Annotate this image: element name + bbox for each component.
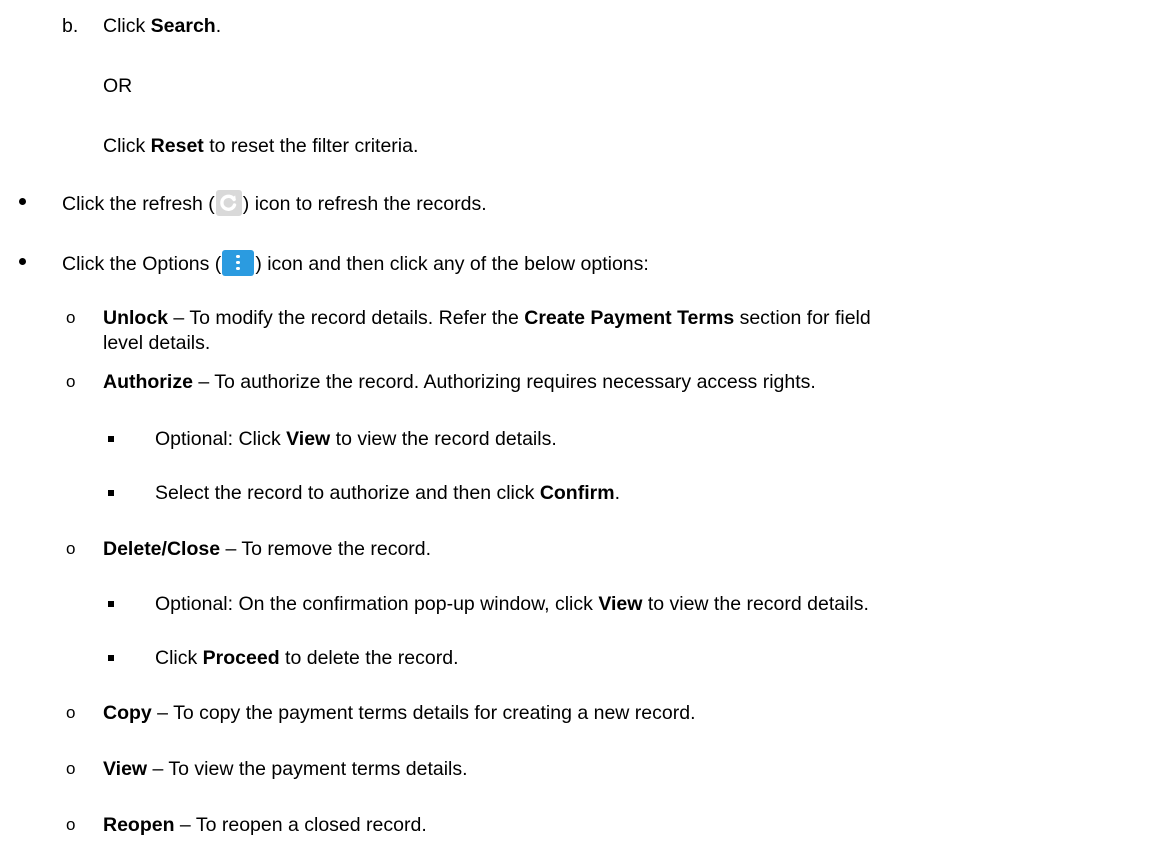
sub-bullet: o (66, 372, 76, 391)
confirm-term: Confirm (539, 482, 615, 504)
unlock-term: Unlock (103, 307, 169, 329)
refresh-tail: ) icon to refresh the records. (242, 193, 487, 215)
bullet (19, 198, 26, 205)
bullet (19, 258, 26, 265)
refresh-icon (215, 190, 242, 216)
step-b-tail: . (215, 15, 222, 37)
delete-sub-view: Optional: On the confirmation pop-up win… (155, 592, 869, 616)
sub-lead: Click (155, 647, 203, 669)
sub-bullet: o (66, 759, 76, 778)
kebab-options-icon (222, 250, 255, 276)
reset-term: Reset (150, 135, 204, 157)
option-unlock: Unlock – To modify the record details. R… (103, 306, 871, 330)
square-bullet (108, 490, 114, 496)
authorize-term: Authorize (103, 371, 193, 393)
refresh-lead: Click the refresh ( (62, 193, 215, 215)
option-copy: Copy – To copy the payment terms details… (103, 701, 696, 725)
unlock-text-end: section for field (734, 307, 871, 329)
step-b-marker: b. (62, 15, 79, 37)
unlock-continuation: level details. (103, 332, 211, 354)
authorize-text: – To authorize the record. Authorizing r… (192, 371, 816, 393)
sub-tail: to view the record details. (330, 428, 557, 450)
options-line: Click the Options ( ) icon and then click… (62, 250, 649, 276)
refresh-line: Click the refresh ( ) icon to refresh the… (62, 190, 487, 216)
unlock-text: – To modify the record details. Refer th… (168, 307, 525, 329)
search-term: Search (150, 15, 216, 37)
reopen-text: – To reopen a closed record. (174, 814, 427, 836)
sub-bullet: o (66, 703, 76, 722)
delete-sub-proceed: Click Proceed to delete the record. (155, 646, 459, 670)
sub-lead: Optional: On the confirmation pop-up win… (155, 593, 599, 615)
step-b-lead: Click (103, 15, 151, 37)
option-view: View – To view the payment terms details… (103, 757, 468, 781)
sub-bullet: o (66, 308, 76, 327)
sub-bullet: o (66, 539, 76, 558)
copy-term: Copy (103, 702, 152, 724)
sub-tail: . (614, 482, 620, 504)
proceed-term: Proceed (202, 647, 280, 669)
step-b-text: Click Search. (103, 14, 221, 38)
reset-line: Click Reset to reset the filter criteria… (103, 134, 418, 158)
delete-close-text: – To remove the record. (220, 538, 432, 560)
option-authorize: Authorize – To authorize the record. Aut… (103, 370, 816, 394)
square-bullet (108, 601, 114, 607)
options-lead: Click the Options ( (62, 253, 222, 275)
options-tail: ) icon and then click any of the below o… (255, 253, 649, 275)
sub-lead: Optional: Click (155, 428, 287, 450)
copy-text: – To copy the payment terms details for … (151, 702, 696, 724)
reopen-term: Reopen (103, 814, 175, 836)
sub-bullet: o (66, 815, 76, 834)
reset-tail: to reset the filter criteria. (203, 135, 419, 157)
delete-close-term: Delete/Close (103, 538, 221, 560)
sub-tail: to view the record details. (642, 593, 869, 615)
reset-lead: Click (103, 135, 151, 157)
create-payment-terms-ref: Create Payment Terms (524, 307, 735, 329)
square-bullet (108, 655, 114, 661)
view-term: View (598, 593, 643, 615)
authorize-sub-view: Optional: Click View to view the record … (155, 427, 557, 451)
or-text: OR (103, 75, 133, 97)
authorize-sub-confirm: Select the record to authorize and then … (155, 481, 620, 505)
view-option-term: View (103, 758, 148, 780)
option-reopen: Reopen – To reopen a closed record. (103, 813, 427, 837)
option-delete-close: Delete/Close – To remove the record. (103, 537, 431, 561)
square-bullet (108, 436, 114, 442)
sub-lead: Select the record to authorize and then … (155, 482, 540, 504)
sub-tail: to delete the record. (279, 647, 459, 669)
view-term: View (286, 428, 331, 450)
view-text: – To view the payment terms details. (147, 758, 468, 780)
